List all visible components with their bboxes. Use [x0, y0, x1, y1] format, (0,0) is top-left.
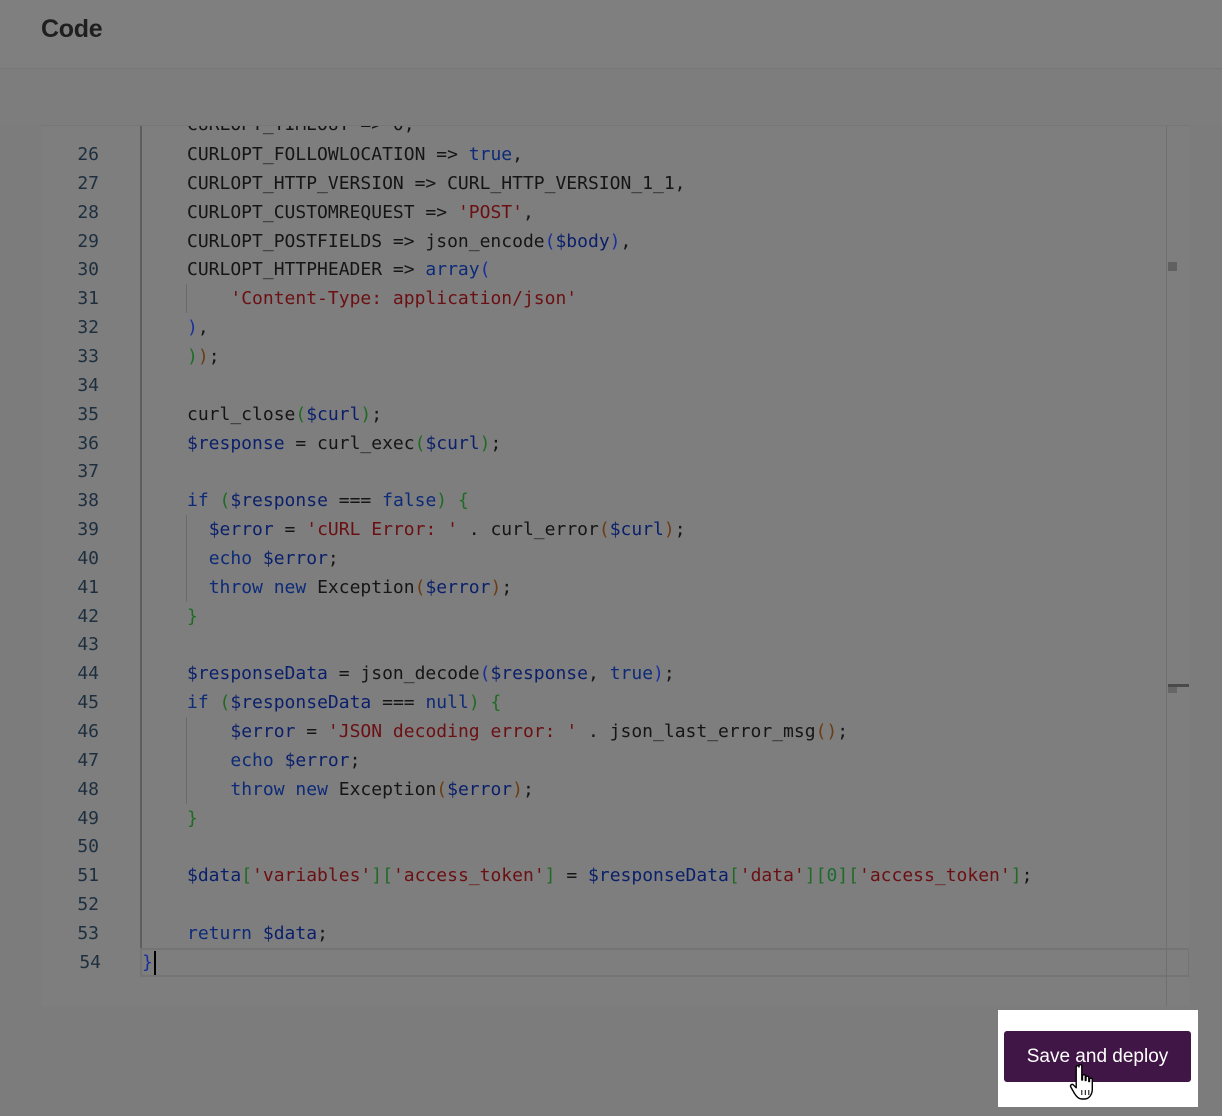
code-line[interactable]: 52 — [41, 890, 1166, 919]
line-number: 38 — [77, 490, 99, 512]
code-line[interactable]: 36 $response = curl_exec($curl); — [41, 429, 1166, 458]
code-line[interactable]: 30 CURLOPT_HTTPHEADER => array( — [41, 255, 1166, 284]
line-number: 47 — [77, 749, 99, 771]
code-line[interactable]: 33)); — [41, 342, 1166, 371]
code-text: CURLOPT_HTTPHEADER => array( — [187, 259, 491, 281]
line-number: 48 — [77, 778, 99, 800]
code-text: $responseData = json_decode($response, t… — [187, 663, 675, 685]
line-number: 37 — [77, 461, 99, 483]
line-number: 49 — [77, 807, 99, 829]
code-line[interactable]: 44 $responseData = json_decode($response,… — [41, 659, 1166, 688]
code-text: $response = curl_exec($curl); — [187, 432, 502, 454]
code-text: )); — [187, 345, 220, 367]
line-number: 45 — [77, 692, 99, 714]
code-text: } — [187, 605, 198, 627]
code-line[interactable]: 37 — [41, 457, 1166, 486]
code-text: if ($responseData === null) { — [187, 692, 502, 714]
code-line[interactable]: 28 CURLOPT_CUSTOMREQUEST => 'POST', — [41, 198, 1166, 227]
code-line[interactable]: 49} — [41, 804, 1166, 833]
code-text: CURLOPT_FOLLOWLOCATION => true, — [187, 144, 523, 165]
save-and-deploy-button[interactable]: Save and deploy — [1004, 1031, 1191, 1082]
code-text: CURLOPT_CUSTOMREQUEST => 'POST', — [187, 201, 534, 223]
line-number: 31 — [77, 288, 99, 310]
code-text: throw new Exception($error); — [208, 576, 513, 598]
line-number: 36 — [77, 432, 99, 454]
code-editor[interactable]: CURLOPT_TIMEOUT => 0, 26 CURLOPT_FOLLOWLO… — [41, 125, 1189, 1006]
indent-guide — [186, 515, 187, 602]
code-line[interactable]: 46 $error = 'JSON decoding error: ' . js… — [41, 717, 1166, 746]
line-number: 33 — [77, 345, 99, 367]
indent-guide — [186, 717, 187, 804]
code-line[interactable]: 34 — [41, 371, 1166, 400]
line-number: 26 — [77, 144, 99, 165]
line-number: 41 — [77, 576, 99, 598]
line-number: 42 — [77, 605, 99, 627]
line-number: 30 — [77, 259, 99, 281]
code-text: throw new Exception($error); — [230, 778, 534, 800]
code-line[interactable]: 42} — [41, 602, 1166, 631]
code-text: curl_close($curl); — [187, 403, 383, 425]
code-text: ), — [187, 317, 209, 339]
line-number: 54 — [79, 951, 101, 973]
code-line[interactable]: 38 if ($response === false) { — [41, 486, 1166, 515]
code-line[interactable]: 29 CURLOPT_POSTFIELDS => json_encode($bod… — [41, 227, 1166, 256]
line-number: 29 — [77, 230, 99, 252]
line-number: 43 — [77, 634, 99, 656]
code-text: } — [187, 807, 198, 829]
code-text: return $data; — [187, 922, 328, 944]
code-line[interactable]: 47 echo $error; — [41, 746, 1166, 775]
code-line[interactable]: 51 $data['variables']['access_token'] = $… — [41, 861, 1166, 890]
partial-code-line: CURLOPT_TIMEOUT => 0, — [187, 126, 415, 139]
page-title: Code — [41, 15, 103, 43]
scrollbar-marker — [1168, 687, 1177, 693]
editor-scrollbar[interactable] — [1166, 126, 1167, 1006]
code-line[interactable]: 50 — [41, 832, 1166, 861]
code-text: CURLOPT_HTTP_VERSION => CURL_HTTP_VERSIO… — [187, 172, 686, 194]
code-text: $error = 'JSON decoding error: ' . json_… — [230, 721, 849, 742]
code-line[interactable]: 35 curl_close($curl); — [41, 400, 1166, 429]
code-line[interactable]: 45 if ($responseData === null) { — [41, 688, 1166, 717]
line-number: 28 — [77, 201, 99, 223]
code-line[interactable]: 43 — [41, 630, 1166, 659]
line-number: 50 — [77, 836, 99, 858]
code-text: echo $error; — [208, 547, 339, 569]
line-number: 40 — [77, 547, 99, 569]
code-line[interactable]: 40 echo $error; — [41, 544, 1166, 573]
page-header: Code — [0, 0, 1222, 69]
code-line[interactable]: 41 throw new Exception($error); — [41, 573, 1166, 602]
indent-guide — [186, 284, 187, 314]
code-text: if ($response === false) { — [187, 490, 469, 512]
line-number: 51 — [77, 865, 99, 887]
code-text: echo $error; — [230, 749, 361, 771]
code-text: CURLOPT_POSTFIELDS => json_encode($body)… — [187, 230, 632, 252]
scrollbar-marker — [1168, 262, 1177, 271]
code-line[interactable]: 27 CURLOPT_HTTP_VERSION => CURL_HTTP_VERS… — [41, 169, 1166, 198]
line-number: 46 — [77, 721, 99, 742]
line-number: 52 — [77, 894, 99, 916]
code-line[interactable]: 31 'Content-Type: application/json' — [41, 284, 1166, 313]
line-number: 34 — [77, 374, 99, 396]
code-line[interactable]: 53 return $data; — [41, 919, 1166, 948]
editor-toolbar-area — [0, 69, 1222, 125]
line-number: 32 — [77, 317, 99, 339]
line-number: 53 — [77, 922, 99, 944]
code-text: $data['variables']['access_token'] = $re… — [187, 865, 1033, 887]
code-text: $error = 'cURL Error: ' . curl_error($cu… — [208, 519, 686, 541]
line-number: 35 — [77, 403, 99, 425]
line-number: 27 — [77, 172, 99, 194]
code-line[interactable]: 54} — [79, 947, 1189, 977]
code-line[interactable]: 39 $error = 'cURL Error: ' . curl_error(… — [41, 515, 1166, 544]
code-line[interactable]: 32), — [41, 313, 1166, 342]
code-text: 'Content-Type: application/json' — [230, 288, 578, 310]
line-number: 44 — [77, 663, 99, 685]
code-text: } — [142, 948, 156, 977]
line-number: 39 — [77, 519, 99, 541]
code-line[interactable]: 48 throw new Exception($error); — [41, 775, 1166, 804]
code-line[interactable]: 26 CURLOPT_FOLLOWLOCATION => true, — [41, 140, 1166, 169]
